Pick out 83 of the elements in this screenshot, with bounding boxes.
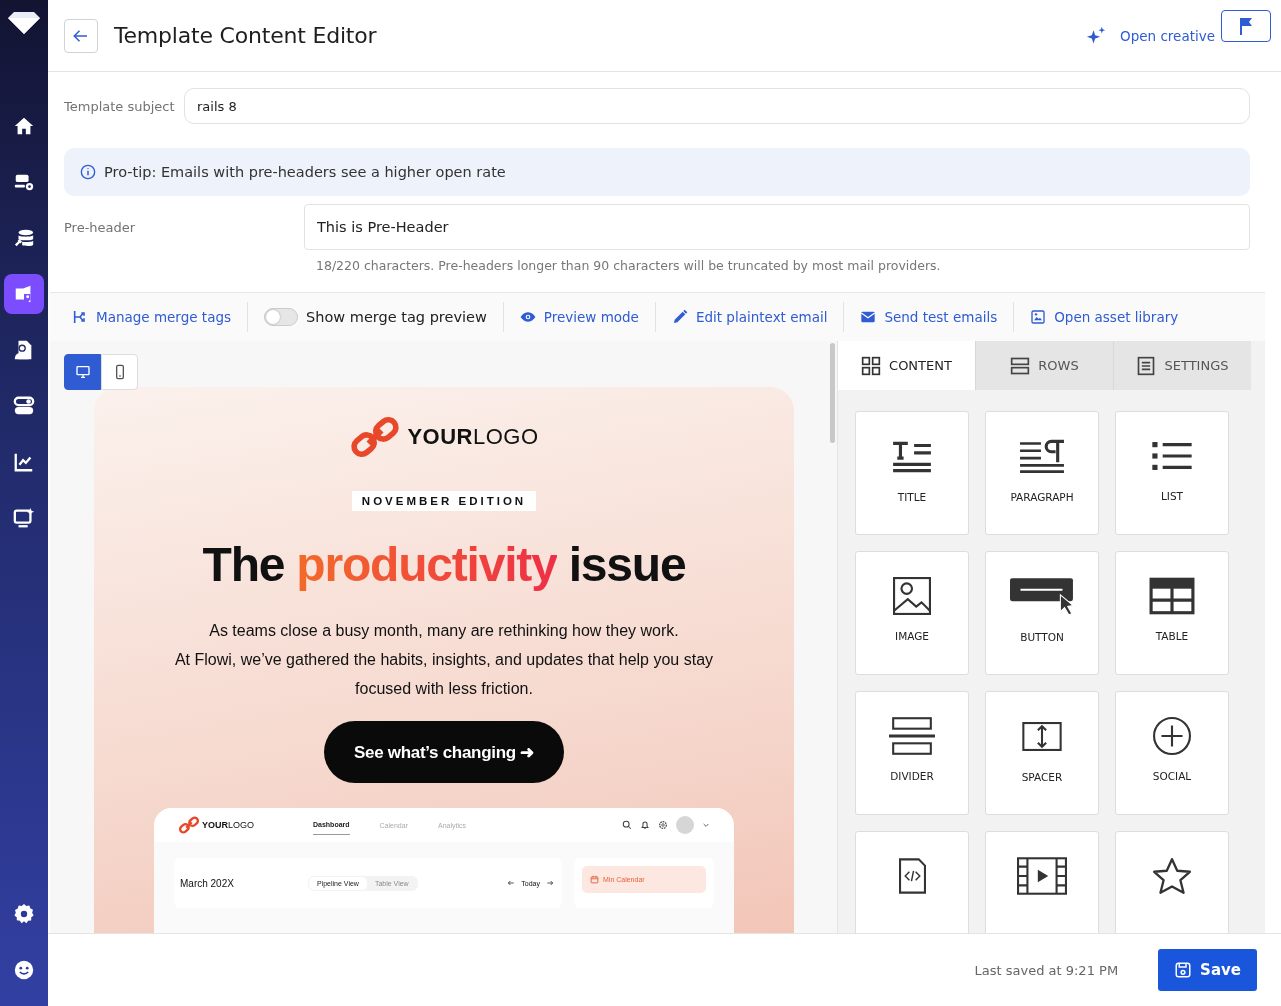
- avatar: [676, 816, 694, 834]
- plus-circle-icon: [1153, 717, 1191, 755]
- logo-text: YOURLOGO: [407, 424, 539, 450]
- email-paragraph: As teams close a busy month, many are rethinking how they work.: [208, 621, 680, 641]
- envelope-icon: [860, 309, 877, 325]
- content-block-tile[interactable]: [855, 831, 969, 933]
- button-block-icon: [1010, 577, 1074, 616]
- eye-icon: [519, 309, 536, 325]
- rows-icon: [1010, 355, 1031, 376]
- info-icon: [80, 164, 96, 180]
- toggle-icon: [13, 395, 35, 417]
- film-play-icon: [1017, 857, 1067, 895]
- content-block-tile[interactable]: [985, 831, 1099, 933]
- home-icon: [13, 115, 35, 137]
- preheader-input[interactable]: This is Pre-Header: [304, 204, 1250, 250]
- list-block-icon: [1152, 441, 1192, 471]
- right-arrow-icon: [546, 879, 554, 887]
- email-paragraph: At Flowi, we’ve gathered the habits, insights, and updates that help you stay focused with less friction.: [173, 650, 715, 699]
- sidebar-nav-item[interactable]: [4, 274, 44, 314]
- panel-tab[interactable]: ROWS: [975, 341, 1113, 390]
- toolbar-link[interactable]: Edit plaintext email: [654, 302, 844, 332]
- spacer-block-icon: [1022, 722, 1062, 751]
- search-icon: [622, 820, 632, 830]
- tip-text: Pro-tip: Emails with pre-headers see a higher open rate: [104, 164, 506, 180]
- chevron-down-icon: [702, 821, 710, 829]
- bell-icon: [640, 820, 650, 830]
- left-arrow-icon: [507, 879, 516, 887]
- edition-badge: NOVEMBER EDITION: [351, 491, 537, 511]
- pencil-icon: [671, 309, 688, 325]
- open-creative-link[interactable]: Open creative: [1086, 25, 1215, 46]
- content-block-tile[interactable]: LIST: [1115, 411, 1229, 535]
- smiley-icon: [13, 959, 35, 981]
- scrollbar[interactable]: [830, 343, 835, 443]
- month-title: March 202X: [180, 877, 235, 889]
- toolbar-link[interactable]: Send test emails: [843, 302, 1014, 332]
- content-block-tile[interactable]: IMAGE: [855, 551, 969, 675]
- field-label: Template subject: [64, 98, 176, 114]
- content-block-tile[interactable]: BUTTON: [985, 551, 1099, 675]
- panel-tab[interactable]: SETTINGS: [1113, 341, 1251, 390]
- image-block-icon: [893, 577, 931, 615]
- content-block-tile[interactable]: TABLE: [1115, 551, 1229, 675]
- grid-icon: [861, 355, 882, 376]
- content-block-tile[interactable]: DIVIDER: [855, 691, 969, 815]
- panel-tab[interactable]: CONTENT: [838, 341, 975, 390]
- paragraph-block-icon: [1019, 439, 1065, 474]
- star-icon: [1151, 857, 1193, 896]
- content-block-tile[interactable]: PARAGRAPH: [985, 411, 1099, 535]
- content-block-tile[interactable]: SOCIAL: [1115, 691, 1229, 815]
- page-title: Template Content Editor: [114, 23, 378, 48]
- calendar-icon: [590, 875, 599, 884]
- merge-preview-toggle[interactable]: Show merge tag preview: [247, 302, 503, 332]
- diamond-logo-icon: [8, 12, 40, 34]
- line-chart-icon: [13, 451, 35, 473]
- content-block-tile[interactable]: [1115, 831, 1229, 933]
- code-file-icon: [898, 858, 926, 894]
- toggle-switch[interactable]: [264, 308, 299, 326]
- content-block-tile[interactable]: TITLE: [855, 411, 969, 535]
- back-button[interactable]: [64, 18, 98, 53]
- title-block-icon: [891, 440, 933, 473]
- helper-text: 18/220 characters. Pre-headers longer than 90 characters will be truncated by most mail providers.: [316, 258, 942, 273]
- chain-link-logo-icon: [178, 814, 200, 836]
- save-button[interactable]: Save: [1158, 949, 1257, 991]
- sparkle-icon: [1086, 25, 1107, 46]
- database-wrench-icon: [13, 227, 35, 249]
- cta-button[interactable]: See what’s changing ➜: [324, 721, 564, 783]
- toolbar-link[interactable]: Preview mode: [502, 302, 655, 332]
- image-library-icon: [1030, 309, 1047, 325]
- flag-button[interactable]: [1221, 10, 1271, 42]
- flag-icon: [1239, 17, 1253, 35]
- divider-block-icon: [889, 717, 935, 755]
- save-status: Last saved at 9:21 PM: [974, 962, 1119, 978]
- subject-input[interactable]: rails 8: [184, 88, 1250, 124]
- document-lines-icon: [1136, 355, 1157, 376]
- monitor-sparkle-icon: [13, 507, 35, 529]
- table-block-icon: [1149, 577, 1195, 615]
- device-toggle-button[interactable]: [64, 354, 101, 390]
- toolbar-link[interactable]: Manage merge tags: [50, 302, 248, 332]
- merge-icon: [72, 309, 88, 325]
- toolbar-link[interactable]: Open asset library: [1013, 302, 1195, 332]
- field-label: Pre-header: [64, 219, 137, 235]
- desktop-icon: [74, 364, 91, 380]
- logo-text: YOURLOGO: [202, 820, 255, 830]
- content-block-tile[interactable]: SPACER: [985, 691, 1099, 815]
